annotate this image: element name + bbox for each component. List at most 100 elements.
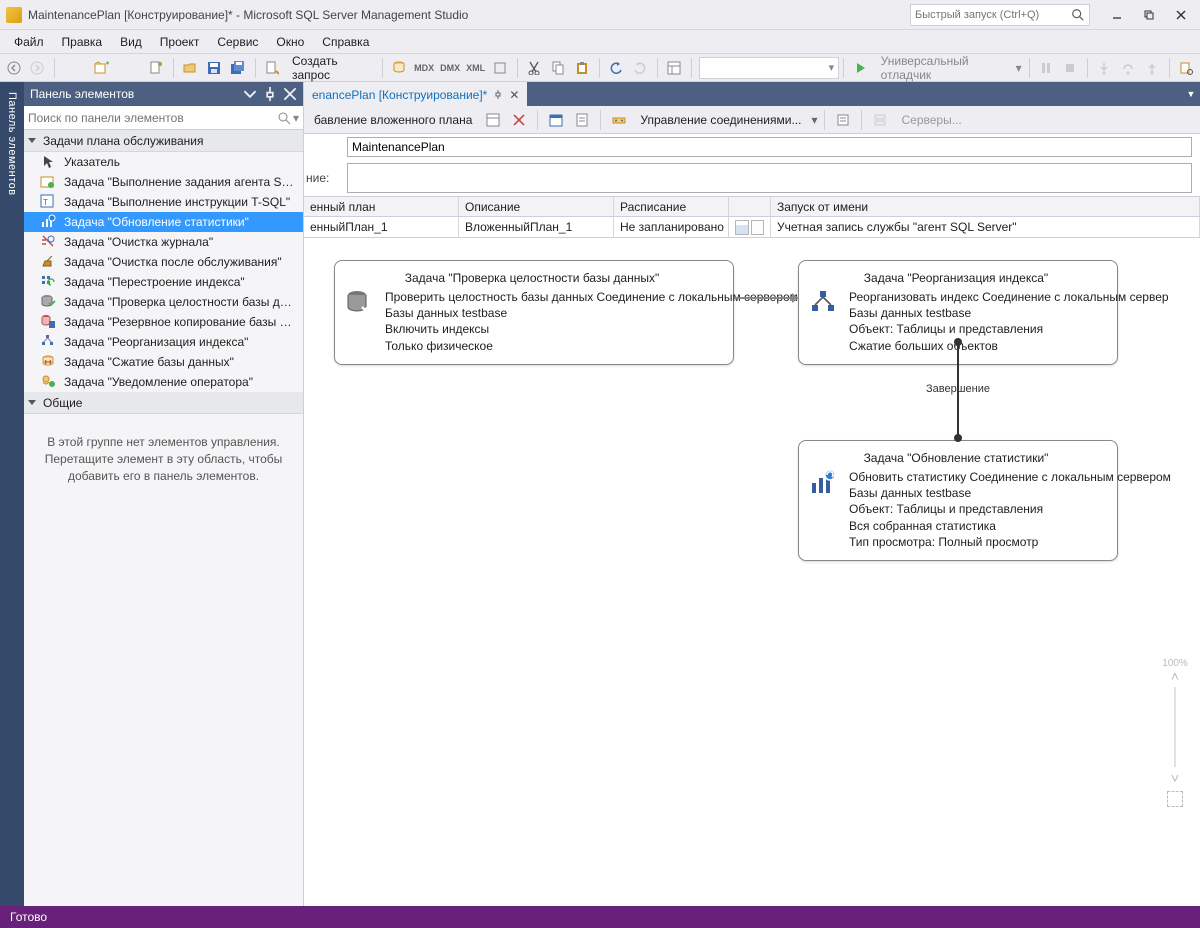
pin-icon[interactable] [493,90,503,100]
paste-button[interactable] [572,57,592,79]
step-over-button[interactable] [1118,57,1138,79]
pin-icon[interactable] [263,87,277,101]
menu-window[interactable]: Окно [268,32,312,52]
tool-rebuild-index[interactable]: Задача "Перестроение индекса" [24,272,303,292]
zoom-widget[interactable]: 100% ˄ ˅ [1158,658,1192,813]
connections-icon[interactable] [608,109,630,131]
connections-button[interactable]: Управление соединениями... [634,113,807,127]
minimize-button[interactable] [1104,5,1130,25]
open-button[interactable] [181,57,201,79]
delete-subplan-button[interactable] [508,109,530,131]
debug-start-button[interactable] [851,57,871,79]
cell-actions[interactable] [729,217,771,237]
tool-reorg-index[interactable]: Задача "Реорганизация индекса" [24,332,303,352]
subplan-props-button[interactable] [482,109,504,131]
plan-name-input[interactable] [347,137,1192,157]
cell-plan[interactable]: енныйПлан_1 [304,217,459,237]
debugger-label: Универсальный отладчик [875,54,1012,82]
tool-agent-job[interactable]: Задача "Выполнение задания агента SQL ..… [24,172,303,192]
nav-back-button[interactable] [4,57,24,79]
task-node-stats[interactable]: Задача "Обновление статистики" Обновить … [798,440,1118,561]
tab-overflow-button[interactable]: ▼ [1182,82,1200,106]
debug-stop-button[interactable] [1060,57,1080,79]
toolbox-search[interactable]: ▾ [24,106,303,130]
col-icons [729,197,771,216]
report-button[interactable] [571,109,593,131]
tool-update-stats[interactable]: Задача "Обновление статистики" [24,212,303,232]
tool-tsql[interactable]: T Задача "Выполнение инструкции T-SQL" [24,192,303,212]
new-query-icon[interactable] [262,57,282,79]
step-out-button[interactable] [1142,57,1162,79]
mdx-query-icon[interactable]: MDX [413,57,435,79]
tool-notify[interactable]: Задача "Уведомление оператора" [24,372,303,392]
side-tab-toolbox[interactable]: Панель элементов [0,82,24,906]
zoom-slider[interactable] [1174,687,1176,767]
zoom-out-button[interactable]: ˅ [1158,771,1192,785]
db-engine-query-icon[interactable] [390,57,410,79]
grid-row[interactable]: енныйПлан_1 ВложенныйПлан_1 Не запланиро… [304,217,1200,237]
maximize-button[interactable] [1136,5,1162,25]
tool-maint-cleanup[interactable]: Задача "Очистка после обслуживания" [24,252,303,272]
xmla-query-icon[interactable]: XML [465,57,486,79]
cut-button[interactable] [525,57,545,79]
new-project-button[interactable] [62,57,142,79]
zoom-fit-button[interactable] [1167,791,1183,807]
tool-history-cleanup[interactable]: Задача "Очистка журнала" [24,232,303,252]
task-node-integrity[interactable]: Задача "Проверка целостности базы данных… [334,260,734,365]
tool-shrink[interactable]: Задача "Сжатие базы данных" [24,352,303,372]
menu-help[interactable]: Справка [314,32,377,52]
toolbox-list: Указатель Задача "Выполнение задания аге… [24,152,303,392]
toolbox-section-tasks[interactable]: Задачи плана обслуживания [24,130,303,152]
schedule-button[interactable] [545,109,567,131]
logging-button[interactable] [832,109,854,131]
debug-pause-button[interactable] [1037,57,1057,79]
tool-backup[interactable]: Задача "Резервное копирование базы дан..… [24,312,303,332]
close-icon[interactable]: ✕ [509,88,519,102]
menu-file[interactable]: Файл [6,32,52,52]
menu-edit[interactable]: Правка [54,32,111,52]
properties-button[interactable] [665,57,685,79]
toolbox-search-input[interactable] [28,111,277,125]
menu-view[interactable]: Вид [112,32,150,52]
notify-icon [40,374,56,390]
create-query-button[interactable]: Создать запрос [286,54,375,82]
new-file-button[interactable] [146,57,166,79]
pointer-icon [40,154,56,170]
step-into-button[interactable] [1095,57,1115,79]
design-canvas[interactable]: Задача "Проверка целостности базы данных… [304,237,1200,906]
remove-sched-icon[interactable] [751,220,765,235]
close-button[interactable] [1168,5,1194,25]
quick-launch-input[interactable] [915,9,1071,21]
tool-pointer[interactable]: Указатель [24,152,303,172]
plan-desc-input[interactable] [347,163,1192,193]
menu-project[interactable]: Проект [152,32,208,52]
cell-sched[interactable]: Не запланировано (п... [614,217,729,237]
cell-runas[interactable]: Учетная запись службы "агент SQL Server" [771,217,1200,237]
analysis-query-icon[interactable] [490,57,510,79]
save-button[interactable] [204,57,224,79]
undo-button[interactable] [606,57,626,79]
zoom-in-button[interactable]: ˄ [1158,669,1192,683]
grid-header: енный план Описание Расписание Запуск от… [304,197,1200,217]
add-subplan-button[interactable]: бавление вложенного плана [308,113,478,127]
expand-icon [28,138,36,143]
doc-tab-active[interactable]: enancePlan [Конструирование]* ✕ [304,82,527,106]
calendar-icon[interactable] [735,220,749,235]
search-icon [1071,8,1085,22]
save-all-button[interactable] [228,57,248,79]
cell-desc[interactable]: ВложенныйПлан_1 [459,217,614,237]
toolbox-section-general[interactable]: Общие [24,392,303,414]
dmx-query-icon[interactable]: DMX [439,57,461,79]
tool-check-integrity[interactable]: Задача "Проверка целостности базы данн..… [24,292,303,312]
close-icon[interactable] [283,87,297,101]
servers-button: Серверы... [895,113,967,127]
expand-icon [28,400,36,405]
solution-config-combo[interactable]: ▾ [699,57,839,79]
dropdown-icon[interactable] [243,87,257,101]
redo-button[interactable] [630,57,650,79]
find-in-files-button[interactable] [1176,57,1196,79]
quick-launch[interactable] [910,4,1090,26]
copy-button[interactable] [548,57,568,79]
menu-service[interactable]: Сервис [209,32,266,52]
nav-fwd-button[interactable] [28,57,48,79]
